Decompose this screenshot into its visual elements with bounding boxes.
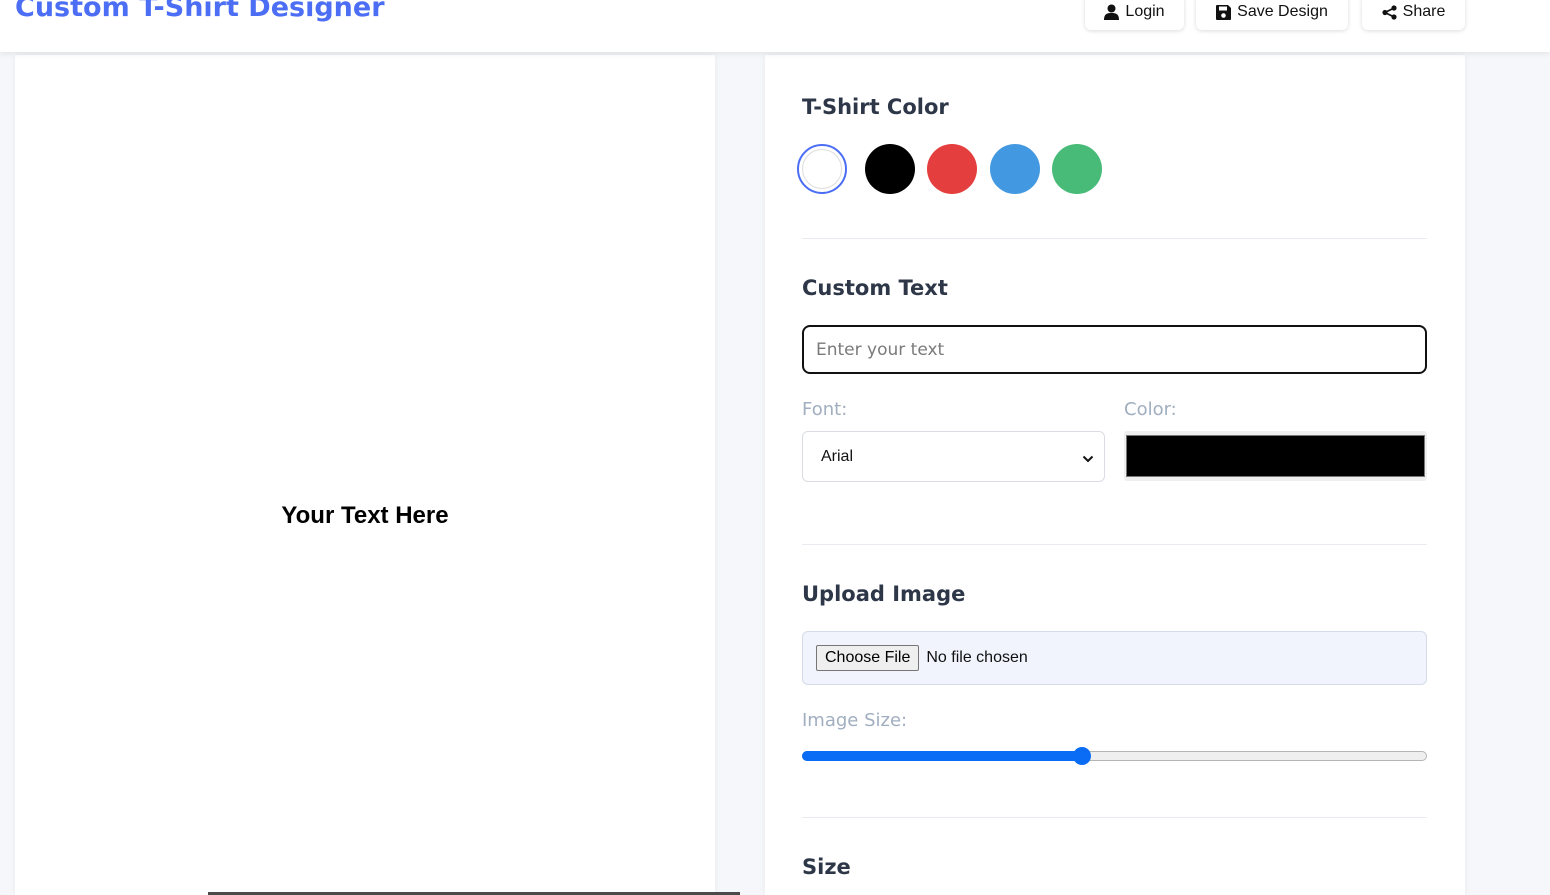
section-divider <box>802 544 1427 545</box>
preview-text[interactable]: Your Text Here <box>15 502 715 530</box>
share-label: Share <box>1402 3 1446 20</box>
chevron-down-icon <box>1082 451 1094 469</box>
slider-fill <box>802 751 1081 761</box>
font-select-value: Arial <box>821 447 854 465</box>
file-status: No file chosen <box>926 649 1028 666</box>
slider-thumb[interactable] <box>1073 747 1091 765</box>
text-color-label: Color: <box>1124 399 1177 420</box>
save-design-button[interactable]: Save Design <box>1196 0 1348 30</box>
user-icon <box>1104 4 1120 20</box>
login-label: Login <box>1125 3 1165 20</box>
swatch-white-fill <box>802 149 842 189</box>
upload-image-title: Upload Image <box>802 582 966 606</box>
color-swatch-red[interactable] <box>927 144 977 194</box>
tshirt-color-title: T-Shirt Color <box>802 95 949 119</box>
share-button[interactable]: Share <box>1362 0 1465 30</box>
tshirt-preview-panel: Your Text Here <box>15 55 715 895</box>
share-icon <box>1382 4 1397 20</box>
save-icon <box>1216 4 1232 20</box>
font-select[interactable]: Arial <box>802 431 1105 482</box>
file-upload-field: Choose File No file chosen <box>802 631 1427 685</box>
save-design-label: Save Design <box>1237 3 1328 20</box>
choose-file-button[interactable]: Choose File <box>816 645 920 671</box>
color-swatch-black[interactable] <box>865 144 915 194</box>
design-controls-panel: T-Shirt Color Custom Text Font: Color: A… <box>765 55 1465 895</box>
image-size-label: Image Size: <box>802 710 908 731</box>
color-swatch-blue[interactable] <box>990 144 1040 194</box>
size-title: Size <box>802 855 851 879</box>
login-button[interactable]: Login <box>1085 0 1184 30</box>
top-header: Custom T-Shirt Designer Login Save Desig… <box>0 0 1550 52</box>
text-color-fill <box>1126 435 1425 477</box>
section-divider <box>802 238 1427 239</box>
color-swatch-green[interactable] <box>1052 144 1102 194</box>
app-title: Custom T-Shirt Designer <box>15 0 385 23</box>
custom-text-title: Custom Text <box>802 276 948 300</box>
section-divider <box>802 817 1427 818</box>
font-label: Font: <box>802 399 848 420</box>
text-color-picker[interactable] <box>1124 431 1427 481</box>
image-size-slider[interactable] <box>802 747 1427 765</box>
color-swatch-white[interactable] <box>797 144 847 194</box>
custom-text-input[interactable] <box>802 325 1427 374</box>
